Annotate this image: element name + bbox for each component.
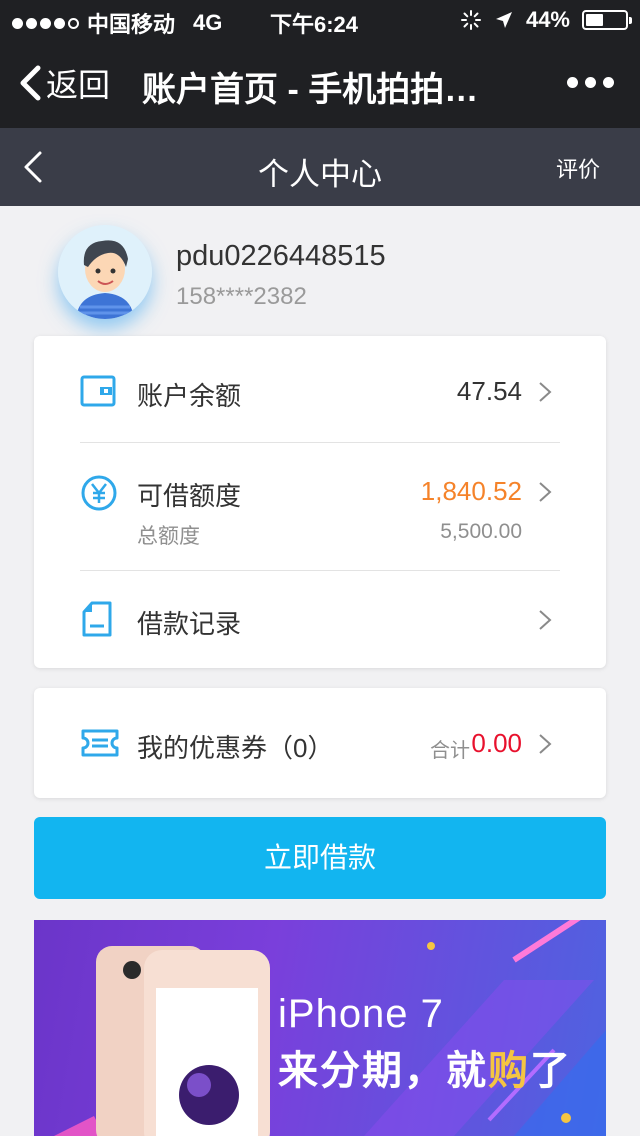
battery-icon bbox=[582, 10, 632, 30]
more-dots-icon[interactable] bbox=[567, 77, 614, 88]
phone-number: 158****2382 bbox=[176, 283, 307, 310]
coupon-total-value: 0.00 bbox=[471, 728, 522, 758]
wechat-page-title: 账户首页 - 手机拍拍… bbox=[142, 71, 479, 109]
wechat-nav-bar: 返回 账户首页 - 手机拍拍… bbox=[0, 40, 640, 128]
banner-slogan-highlight: 购 bbox=[488, 1049, 530, 1093]
balance-value: 47.54 bbox=[456, 376, 522, 406]
credit-row[interactable]: 可借额度 1,840.52 总额度 5,500.00 bbox=[34, 472, 606, 552]
avatar[interactable] bbox=[58, 225, 152, 319]
document-icon bbox=[82, 601, 112, 637]
page-header: 个人中心 评价 bbox=[0, 128, 640, 206]
loan-records-row[interactable]: 借款记录 bbox=[34, 600, 606, 640]
wechat-back-label: 返回 bbox=[46, 67, 111, 103]
signal-strength-icon bbox=[12, 17, 79, 29]
location-arrow-icon bbox=[495, 12, 512, 28]
balance-label: 账户余额 bbox=[137, 381, 242, 411]
username: pdu0226448515 bbox=[176, 240, 386, 272]
chevron-left-icon bbox=[20, 65, 41, 101]
battery-fill bbox=[586, 14, 603, 26]
credit-label: 可借额度 bbox=[137, 481, 242, 511]
divider bbox=[80, 442, 560, 443]
total-credit-value: 5,500.00 bbox=[440, 520, 522, 543]
banner-slogan: 来分期，就购了 bbox=[278, 1038, 572, 1096]
coupon-total-label: 合计 bbox=[430, 740, 470, 762]
coupon-label: 我的优惠券（0） bbox=[137, 733, 334, 763]
divider bbox=[80, 570, 560, 571]
status-time: 下午6:24 bbox=[270, 12, 359, 37]
banner-slogan-start: 来分期，就 bbox=[278, 1049, 488, 1093]
page-title: 个人中心 bbox=[258, 157, 382, 192]
total-credit-label: 总额度 bbox=[137, 525, 200, 548]
wallet-icon bbox=[80, 375, 116, 407]
borrow-now-button[interactable]: 立即借款 bbox=[34, 817, 606, 899]
rate-link[interactable]: 评价 bbox=[556, 152, 600, 184]
coupon-row[interactable]: 我的优惠券（0） 合计 0.00 bbox=[34, 724, 606, 764]
banner-slogan-end: 了 bbox=[530, 1049, 572, 1093]
carrier-name: 中国移动 bbox=[87, 12, 176, 37]
chevron-right-icon bbox=[539, 610, 552, 630]
ticket-icon bbox=[81, 729, 119, 757]
chevron-right-icon bbox=[539, 382, 552, 402]
loan-records-label: 借款记录 bbox=[137, 609, 242, 639]
status-bar: 中国移动 4G 下午6:24 44% bbox=[0, 0, 640, 40]
battery-percent: 44% bbox=[525, 7, 570, 32]
iphone-promo-banner[interactable]: iPhone 7 来分期，就购了 bbox=[34, 920, 606, 1136]
coupon-card[interactable]: 我的优惠券（0） 合计 0.00 bbox=[34, 688, 606, 798]
balance-row[interactable]: 账户余额 47.54 bbox=[34, 372, 606, 412]
activity-spinner-icon bbox=[460, 10, 481, 30]
chevron-right-icon bbox=[539, 734, 552, 754]
account-card: 账户余额 47.54 可借额度 1,840.52 总额度 5,500.00 借款… bbox=[34, 336, 606, 668]
credit-value: 1,840.52 bbox=[420, 476, 522, 506]
wechat-back-button[interactable]: 返回 bbox=[18, 60, 110, 106]
banner-title: iPhone 7 bbox=[278, 992, 444, 1036]
chevron-right-icon bbox=[539, 482, 552, 502]
yen-circle-icon bbox=[81, 475, 117, 511]
network-type: 4G bbox=[193, 10, 223, 35]
